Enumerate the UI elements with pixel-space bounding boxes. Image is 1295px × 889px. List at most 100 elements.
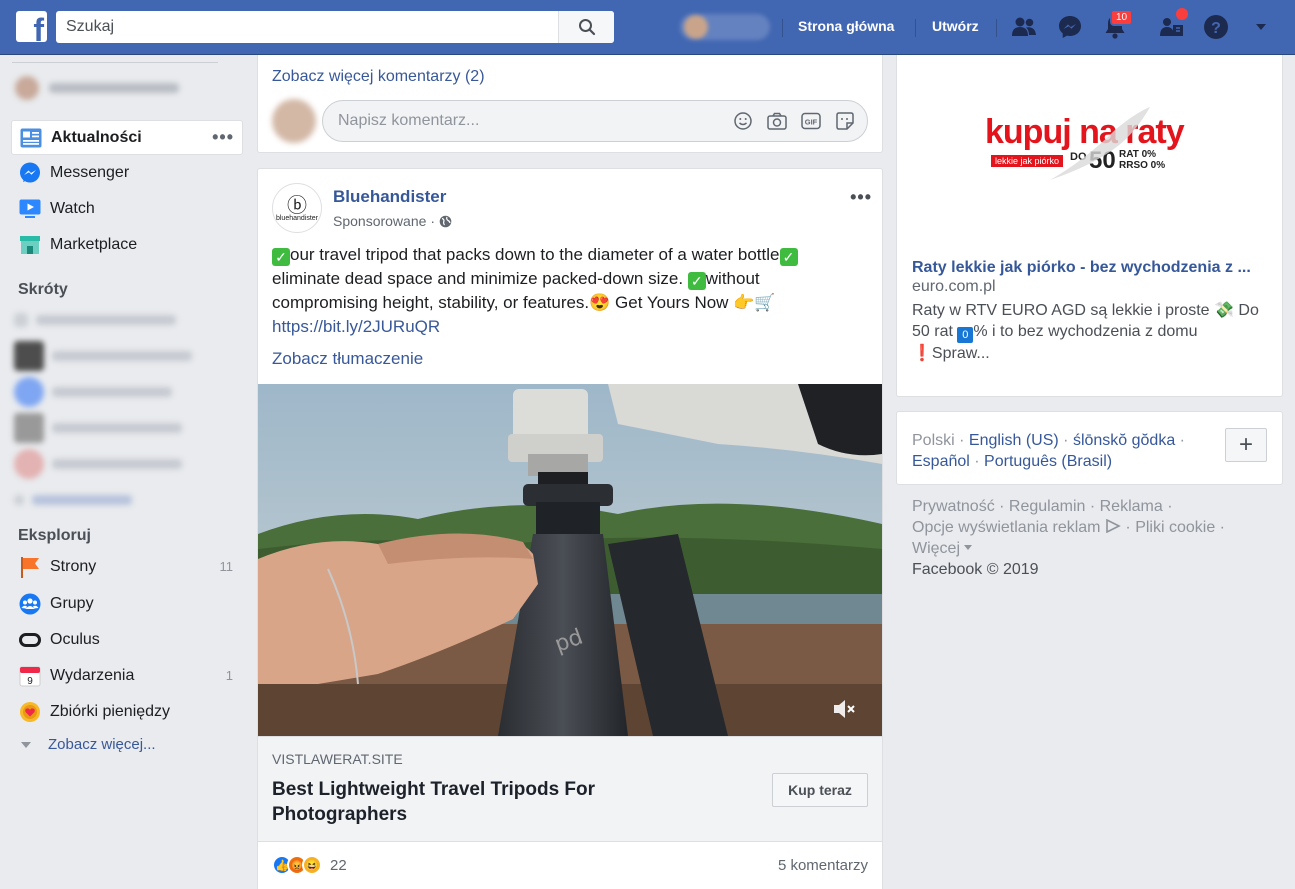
camera-icon[interactable] <box>767 111 787 131</box>
sidebar-item-pages[interactable]: Strony 11 <box>11 549 243 584</box>
heart-eyes-emoji-icon: 😍 <box>589 293 611 312</box>
profile-shortcut-blurred[interactable] <box>680 14 770 40</box>
footer-link[interactable]: Reklama <box>1100 498 1163 515</box>
haha-reaction-icon: 😆 <box>302 855 322 875</box>
sidebar-item-label: Zbiórki pieniędzy <box>50 702 171 720</box>
buy-now-button[interactable]: Kup teraz <box>772 773 868 807</box>
help-question-icon[interactable]: ? <box>1202 13 1230 41</box>
language-selector: Polski · English (US) · ślōnskŏ gŏdka · … <box>896 411 1283 485</box>
add-language-button[interactable]: + <box>1225 428 1267 462</box>
ad-choices-icon[interactable] <box>1105 518 1121 534</box>
oculus-icon <box>18 628 42 652</box>
footer-link[interactable]: Więcej <box>912 540 960 557</box>
marketplace-icon <box>18 233 42 257</box>
facebook-logo-icon[interactable]: f <box>16 11 47 42</box>
language-link[interactable]: Português (Brasil) <box>984 453 1112 470</box>
sidebar-item-events[interactable]: 9 Wydarzenia 1 <box>11 658 243 693</box>
search-bar <box>56 11 614 43</box>
sidebar-item-label: Watch <box>50 199 95 217</box>
comments-count-link[interactable]: 5 komentarzy <box>778 857 868 874</box>
post-options-icon[interactable]: ••• <box>850 187 872 208</box>
tripod-video-frame: pd <box>258 384 882 736</box>
logo-text: bluehandister <box>275 214 319 222</box>
gif-icon[interactable]: GIF <box>801 111 821 131</box>
kupuj-na-raty-logo: kupuj na raty lekkie jak piórko DO 50 RA… <box>985 105 1195 195</box>
notifications-count-badge: 10 <box>1110 9 1133 26</box>
more-comments-link[interactable]: Zobacz więcej komentarzy (2) <box>272 68 485 86</box>
sidebar-item-label: Grupy <box>50 594 94 612</box>
divider <box>12 62 218 63</box>
sidebar-item-label: Messenger <box>50 163 130 181</box>
sponsored-post: ⓑ bluehandister Bluehandister Sponsorowa… <box>257 168 883 889</box>
comment-input[interactable] <box>338 112 733 130</box>
post-text-line: our travel tripod that packs down to the… <box>290 245 780 264</box>
language-link[interactable]: Español <box>912 453 970 470</box>
page-footer: Prywatność · Regulamin · Reklama · Opcje… <box>912 498 1225 578</box>
post-header: ⓑ bluehandister Bluehandister Sponsorowa… <box>272 183 452 233</box>
search-button[interactable] <box>558 11 614 43</box>
ad-headline[interactable]: Best Lightweight Travel Tripods For Phot… <box>272 777 672 827</box>
reactions-summary[interactable]: 👍 😡 😆 22 <box>272 855 347 875</box>
footer-link[interactable]: Pliki cookie <box>1135 519 1215 536</box>
news-feed-icon <box>19 126 43 150</box>
search-input[interactable] <box>56 11 558 43</box>
pointing-hand-emoji-icon: 👉 <box>733 293 755 312</box>
see-more-label: Zobacz więcej... <box>48 736 156 753</box>
shortcut-item-blurred[interactable] <box>14 305 239 335</box>
search-icon <box>578 19 595 36</box>
sidebar-item-label: Oculus <box>50 630 100 648</box>
avatar <box>272 99 316 143</box>
ad-link-preview[interactable]: VISTLAWERAT.SITE Best Lightweight Travel… <box>258 736 882 842</box>
shortcuts-section-title: Skróty <box>18 281 68 298</box>
money-emoji-icon: 💸 <box>1214 302 1234 319</box>
comment-composer: GIF <box>272 99 868 143</box>
footer-link[interactable]: Opcje wyświetlania reklam <box>912 519 1101 536</box>
ad-domain: euro.com.pl <box>912 278 996 295</box>
sidebar-item-marketplace[interactable]: Marketplace <box>11 227 243 262</box>
footer-link[interactable]: Regulamin <box>1009 498 1085 515</box>
chevron-down-icon <box>21 741 31 748</box>
post-url-link[interactable]: https://bit.ly/2JURuQR <box>272 317 440 336</box>
shortcut-item-blurred[interactable] <box>14 449 239 479</box>
page-name-link[interactable]: Bluehandister <box>333 187 452 207</box>
muted-speaker-icon[interactable] <box>832 698 858 720</box>
shortcut-see-more-blurred[interactable] <box>14 485 239 515</box>
sidebar-item-label: Aktualności <box>51 128 142 146</box>
language-list: Polski · English (US) · ślōnskŏ gŏdka · … <box>912 432 1186 470</box>
post-text-line: compromising height, stability, or featu… <box>272 293 590 312</box>
emoji-icon[interactable] <box>733 111 753 131</box>
sticker-icon[interactable] <box>835 111 855 131</box>
sidebar-item-watch[interactable]: Watch <box>11 191 243 226</box>
sidebar-item-messenger[interactable]: Messenger <box>11 155 243 190</box>
see-more-link[interactable]: Zobacz więcej... <box>20 736 156 753</box>
page-logo[interactable]: ⓑ bluehandister <box>272 183 322 233</box>
previous-post-comments: Zobacz więcej komentarzy (2) GIF <box>257 55 883 153</box>
shortcut-item-blurred[interactable] <box>14 341 239 371</box>
sidebar-item-groups[interactable]: Grupy <box>11 586 243 621</box>
sidebar-item-fundraisers[interactable]: Zbiórki pieniędzy <box>11 694 243 729</box>
post-video[interactable]: pd <box>258 384 882 736</box>
right-sponsored-ad[interactable]: kupuj na raty lekkie jak piórko DO 50 RA… <box>896 55 1283 397</box>
ad-title-link[interactable]: Raty lekkie jak piórko - bez wychodzenia… <box>912 259 1267 277</box>
footer-link[interactable]: Prywatność <box>912 498 995 515</box>
sidebar-item-oculus[interactable]: Oculus <box>11 622 243 657</box>
shortcut-item-blurred[interactable] <box>14 377 239 407</box>
sidebar-item-label: Marketplace <box>50 235 138 253</box>
language-link[interactable]: English (US) <box>969 432 1059 449</box>
post-body: ✓ our travel tripod that packs down to th… <box>272 243 862 339</box>
account-menu-chevron-icon[interactable] <box>1247 13 1275 41</box>
create-link[interactable]: Utwórz <box>932 18 979 34</box>
profile-link-blurred[interactable] <box>15 76 179 100</box>
friend-requests-icon[interactable] <box>1010 13 1038 41</box>
sidebar-item-news-feed[interactable]: Aktualności ••• <box>11 120 243 155</box>
comment-box: GIF <box>322 100 868 142</box>
divider <box>782 19 783 37</box>
language-link[interactable]: ślōnskŏ gŏdka <box>1073 432 1175 449</box>
messenger-icon[interactable] <box>1056 13 1084 41</box>
home-link[interactable]: Strona główna <box>798 18 894 34</box>
see-translation-link[interactable]: Zobacz tłumaczenie <box>272 349 423 369</box>
shortcut-item-blurred[interactable] <box>14 413 239 443</box>
more-options-icon[interactable]: ••• <box>212 127 234 148</box>
sponsored-label[interactable]: Sponsorowane <box>333 213 426 229</box>
groups-icon <box>18 592 42 616</box>
